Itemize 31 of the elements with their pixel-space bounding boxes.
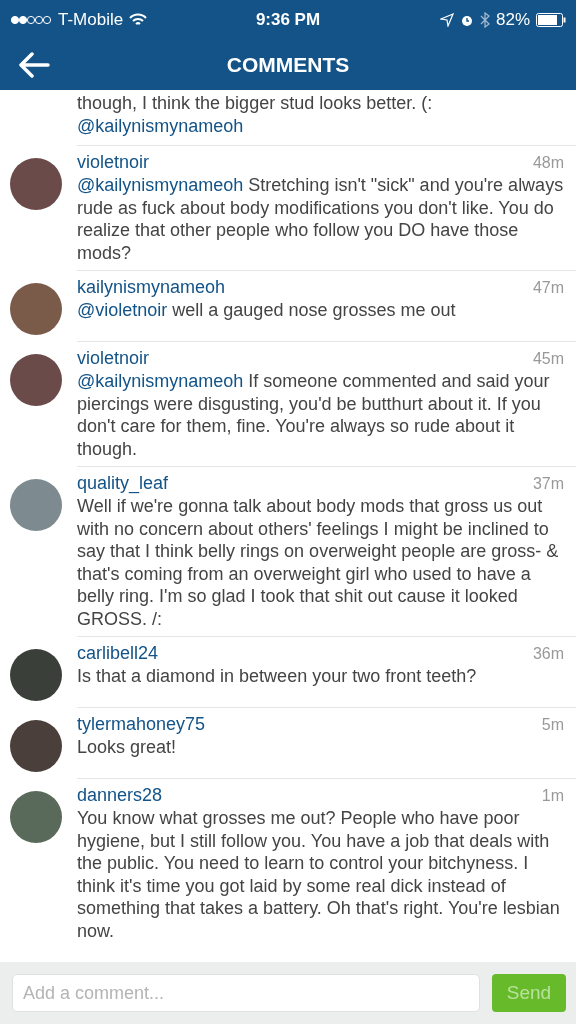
carrier-label: T-Mobile — [58, 10, 124, 30]
mention-link[interactable]: @violetnoir — [77, 300, 168, 320]
battery-percent: 82% — [495, 10, 530, 30]
comment-text: Well if we're gonna talk about body mods that gross us out with no concern about others' feelings I might be inclined to say that I think belly rings on overweight people are gross- & that's coming from an overweight girl who used to have a belly ring. I'm so glad I took that shit out cause it looked GROSS. /: — [77, 495, 560, 630]
comment-text: Is that a diamond in between your two front teeth? — [77, 665, 478, 688]
comment-time: 37m — [532, 475, 564, 493]
page-title: COMMENTS — [226, 53, 350, 77]
comment-text: though, I think the bigger stud looks better. (: @kailynismynameoh — [77, 92, 434, 137]
mention-link[interactable]: @kailynismynameoh — [77, 115, 244, 136]
mention-link[interactable]: @kailynismynameoh — [77, 371, 244, 391]
comment-text: You know what grosses me out? People who have poor hygiene, but I still follow you. You have a job that deals with the public. You need to learn to control your bitchyness. I think it's time you got laid by some real dick instead of something that takes a battery. Oh that's right. You're lesbian now. — [77, 807, 561, 942]
comment-text: @kailynismynameoh Stretching isn't "sick" and you're always rude as fuck about body modifications you don't like. You do realize that other people who follow you DO have those mods? — [77, 174, 564, 264]
username-link[interactable]: quality_leaf — [77, 471, 169, 495]
comment-time: 45m — [532, 350, 564, 368]
comment-text: Looks great! — [77, 736, 178, 759]
username-link[interactable]: kailynismynameoh — [77, 275, 226, 299]
comment-text: @violetnoir well a gauged nose grosses me out — [77, 299, 457, 322]
username-link[interactable]: violetnoir — [77, 346, 150, 370]
comment-input[interactable]: Add a comment... — [12, 974, 480, 1012]
comment-time: 47m — [532, 279, 564, 297]
comment-text: @kailynismynameoh If someone commented and said your piercings were disgusting, you'd be butthurt about it. If you don't care for them, fine. You're always so rude about it though. — [77, 370, 551, 460]
comment-time: 36m — [532, 645, 564, 663]
username-link[interactable]: danners28 — [77, 783, 163, 807]
clock-time: 9:36 PM — [255, 10, 321, 30]
username-link[interactable]: carlibell24 — [77, 641, 159, 665]
mention-link[interactable]: @kailynismynameoh — [77, 175, 244, 195]
comment-time: 48m — [532, 154, 564, 172]
username-link[interactable]: violetnoir — [77, 150, 150, 174]
comment-time: 1m — [541, 787, 564, 805]
username-link[interactable]: tylermahoney75 — [77, 712, 206, 736]
comment-time: 5m — [541, 716, 564, 734]
